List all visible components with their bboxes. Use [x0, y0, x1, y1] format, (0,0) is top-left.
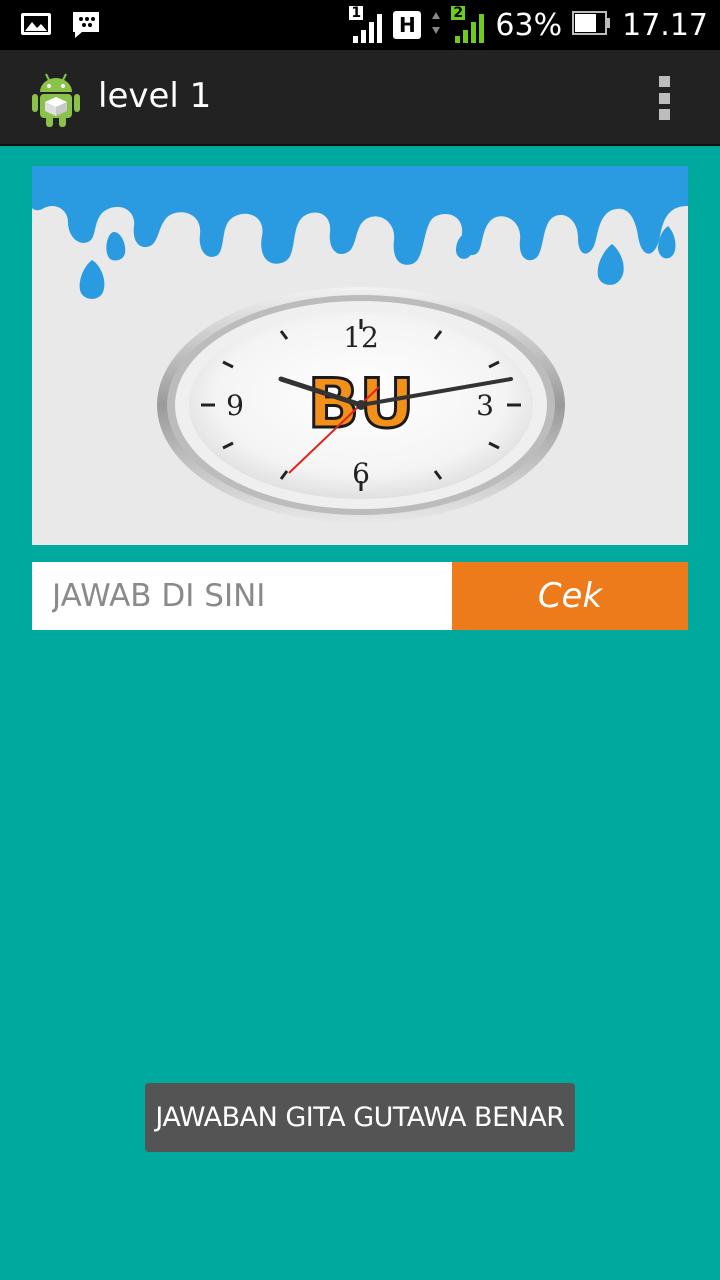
system-icons: 1 H 2 63% 17.17	[349, 5, 708, 45]
overflow-dot	[658, 92, 670, 104]
clock-number: 3	[476, 389, 494, 422]
android-app-icon	[30, 70, 82, 128]
sim1-signal-icon: 1	[349, 6, 383, 44]
puzzle-illustration: 12 3 6 9 BU	[32, 166, 688, 523]
network-type-label: H	[399, 13, 416, 37]
status-bar: 1 H 2 63% 17.17	[0, 0, 720, 50]
answer-row: Cek	[32, 562, 688, 630]
sim2-signal-icon: 2	[451, 6, 485, 44]
bbm-icon	[70, 10, 102, 44]
notification-icons	[20, 10, 102, 44]
clock-time: 17.17	[622, 7, 708, 43]
battery-icon	[572, 10, 612, 40]
gallery-icon	[20, 10, 52, 44]
overflow-menu-icon[interactable]	[656, 76, 672, 120]
clock-number: 12	[343, 321, 379, 354]
action-bar: level 1	[0, 50, 720, 146]
clock: 12 3 6 9 BU	[157, 287, 565, 523]
puzzle-image: 12 3 6 9 BU	[32, 166, 688, 545]
clock-number: 9	[226, 389, 244, 422]
answer-input[interactable]	[32, 562, 452, 630]
clock-number: 6	[352, 457, 370, 490]
toast-message: JAWABAN GITA GUTAWA BENAR	[145, 1083, 575, 1152]
paint-drips	[32, 166, 688, 299]
battery-percent: 63%	[495, 7, 563, 43]
overflow-dot	[658, 109, 670, 120]
overflow-dot	[658, 76, 670, 87]
network-type-icon: H	[393, 11, 422, 39]
cek-button[interactable]: Cek	[452, 562, 688, 630]
data-arrows-icon	[431, 8, 441, 42]
screen-title: level 1	[98, 76, 212, 116]
